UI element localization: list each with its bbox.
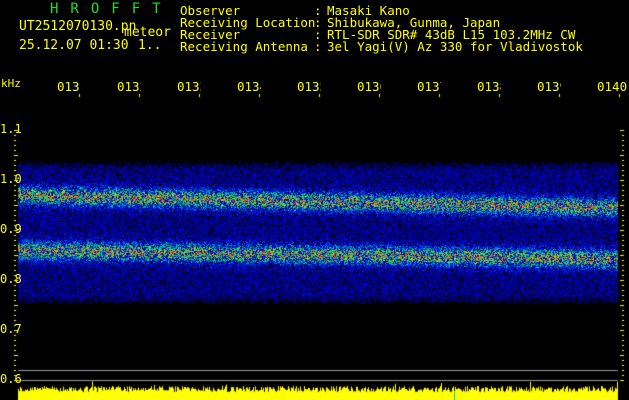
x-tick-label: 0131	[57, 79, 81, 94]
y-tick-label: 0.8	[0, 272, 22, 286]
x-tick-label: 0140	[597, 79, 628, 94]
y-axis-unit: kHz	[1, 77, 21, 90]
y-tick-label: 1.1	[0, 122, 22, 136]
x-tick-label: 0134	[237, 79, 261, 94]
spectrogram	[0, 0, 629, 400]
colon: :	[314, 39, 322, 54]
y-tick-label: 1.0	[0, 172, 22, 186]
x-tick-label: 0138	[477, 79, 501, 94]
datetime: 25.12.07 01:30	[19, 38, 129, 53]
x-tick-label: 0136	[357, 79, 381, 94]
antenna-label: Receiving Antenna	[180, 39, 308, 54]
antenna-value: 3el Yagi(V) Az 330 for Vladivostok	[327, 39, 583, 54]
x-tick-label: 0133	[177, 79, 201, 94]
x-tick-label: 0135	[297, 79, 321, 94]
x-tick-label: 0139	[537, 79, 561, 94]
x-tick-label: 0132	[117, 79, 141, 94]
y-tick-label: 0.6	[0, 372, 22, 386]
y-tick-label: 0.9	[0, 222, 22, 236]
filename: UT2512070130.pn	[19, 19, 137, 34]
x-tick-label: 0137	[417, 79, 441, 94]
y-tick-label: 0.7	[0, 322, 22, 336]
app-title: HROFFT	[50, 1, 173, 17]
count: 1..	[138, 38, 162, 53]
